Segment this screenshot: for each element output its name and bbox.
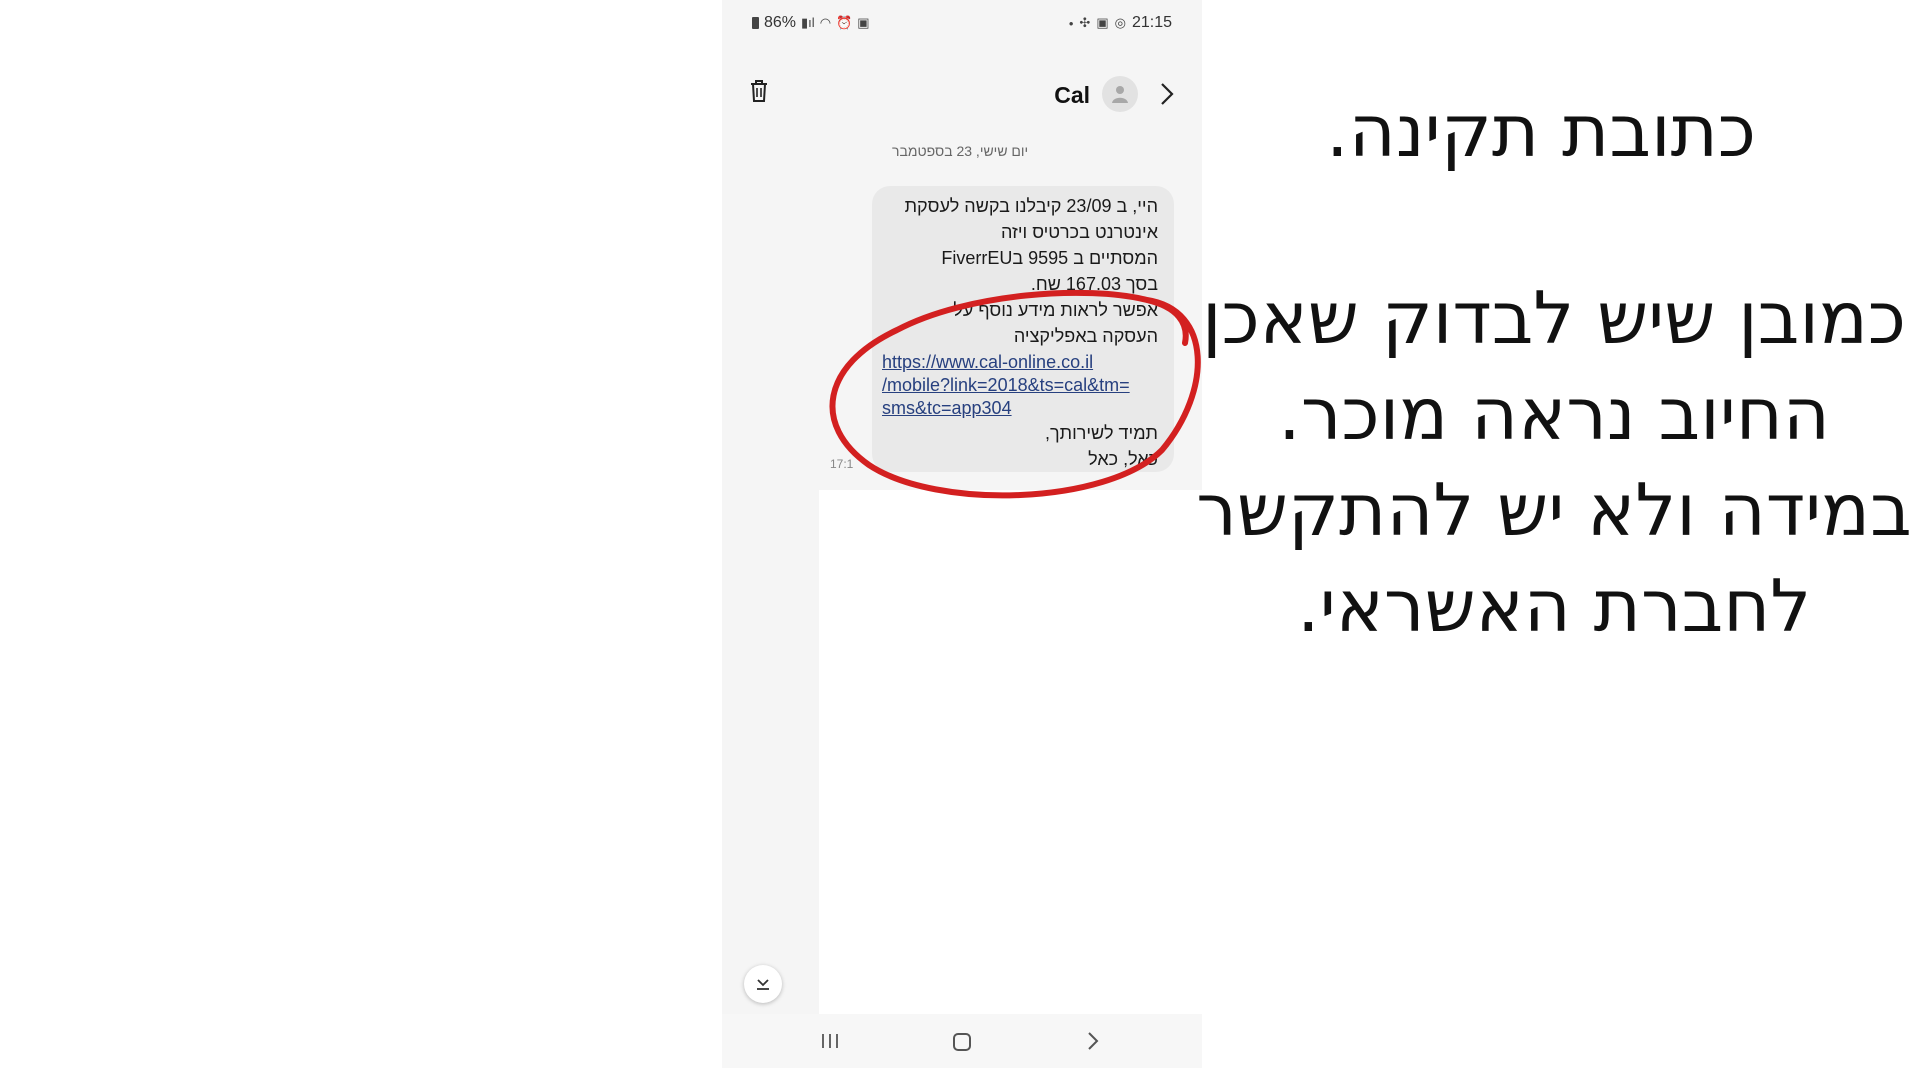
link-line[interactable]: https://www.cal-online.co.il [882,351,1148,374]
trash-icon[interactable] [748,78,770,104]
conversation-header: Cal [722,72,1202,120]
navigation-bar [722,1014,1202,1068]
phone-screenshot: 86% ▮ıl ◠ ⏰ ▣ • ✣ ▣ ◎ 21:15 Cal יום שישי… [722,0,1202,1068]
message-area [819,490,1202,1014]
alarm-icon: ⏰ [836,15,853,30]
signal-icon: ▮ıl [801,15,815,30]
date-divider: יום שישי, 23 בספטמבר [892,143,1029,159]
scroll-to-bottom-button[interactable] [744,965,782,1003]
dot-icon: • [1068,15,1074,31]
message-text: היי, ב 23/09 קיבלנו בקשה לעסקת אינטרנט ב… [882,193,1158,472]
closing-line: תמיד לשירותך, [1045,423,1158,443]
battery-icon [752,17,759,29]
message-line: העסקה באפליקציה [1013,326,1158,346]
whatsapp-icon: ◎ [1114,15,1126,30]
contact-name[interactable]: Cal [1054,82,1090,109]
message-line: בסך 167.03 שח. [1030,274,1158,294]
scroll-to-bottom-icon [757,979,769,990]
avatar[interactable] [1102,76,1138,112]
back-icon[interactable] [1086,1031,1100,1051]
recents-icon[interactable] [820,1032,840,1050]
person-icon [1112,86,1128,103]
notification-icon: ✣ [1079,15,1091,30]
closing-line: כאל, כאל [1088,449,1158,469]
lock-icon: ▣ [857,15,870,30]
message-link[interactable]: https://www.cal-online.co.il /mobile?lin… [882,351,1158,420]
message-line: היי, ב 23/09 קיבלנו בקשה לעסקת [904,196,1158,216]
home-icon[interactable] [952,1032,972,1052]
link-line[interactable]: /mobile?link=2018&ts=cal&tm= [882,374,1148,397]
wifi-icon: ◠ [819,15,832,30]
annotation-body: כמובן שיש לבדוק שאכן החיוב נראה מוכר. במ… [1196,276,1912,648]
status-time: 21:15 [1131,14,1172,31]
chevron-right-icon[interactable] [1160,82,1174,106]
message-bubble[interactable]: היי, ב 23/09 קיבלנו בקשה לעסקת אינטרנט ב… [872,186,1174,472]
battery-level: 86% [764,14,797,31]
message-time: 17:1 [830,457,854,471]
status-bar: 86% ▮ıl ◠ ⏰ ▣ • ✣ ▣ ◎ 21:15 [722,14,1202,38]
status-right: • ✣ ▣ ◎ 21:15 [1069,14,1172,32]
link-line[interactable]: sms&tc=app304 [882,397,1148,420]
status-left: 86% ▮ıl ◠ ⏰ ▣ [752,14,870,32]
message-line: אינטרנט בכרטיס ויזה [1000,222,1158,242]
video-icon: ▣ [1096,15,1109,30]
annotation-title: כתובת תקינה. [1325,89,1756,173]
message-line: אפשר לראות מידע נוסף על [953,300,1158,320]
message-line: המסתיים ב 9595 בFiverrEU [941,248,1158,268]
